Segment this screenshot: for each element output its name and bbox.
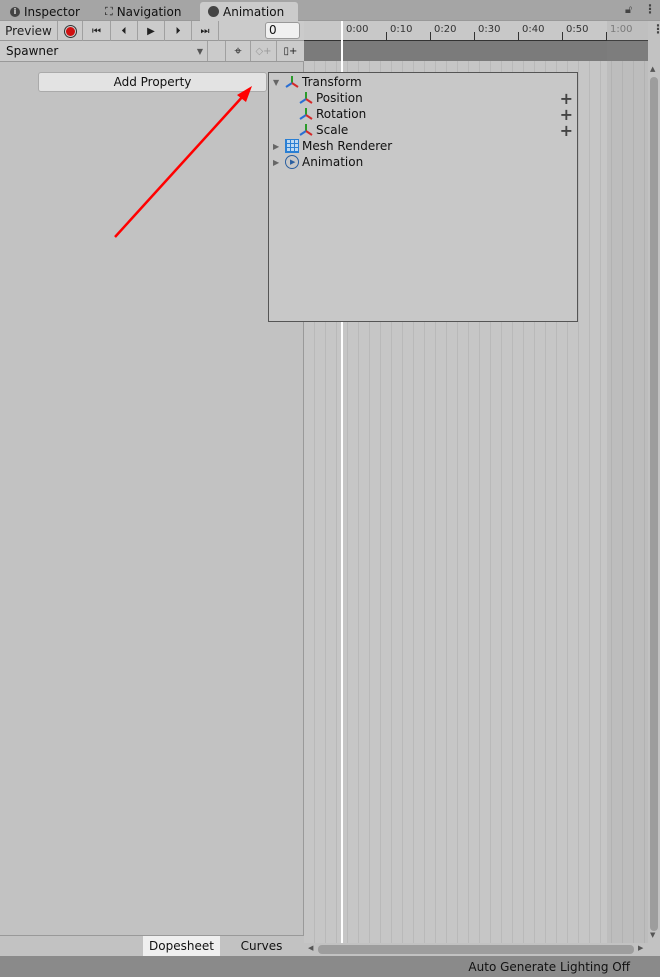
arrow-shaft (114, 94, 245, 238)
annotation-arrow (114, 86, 252, 238)
